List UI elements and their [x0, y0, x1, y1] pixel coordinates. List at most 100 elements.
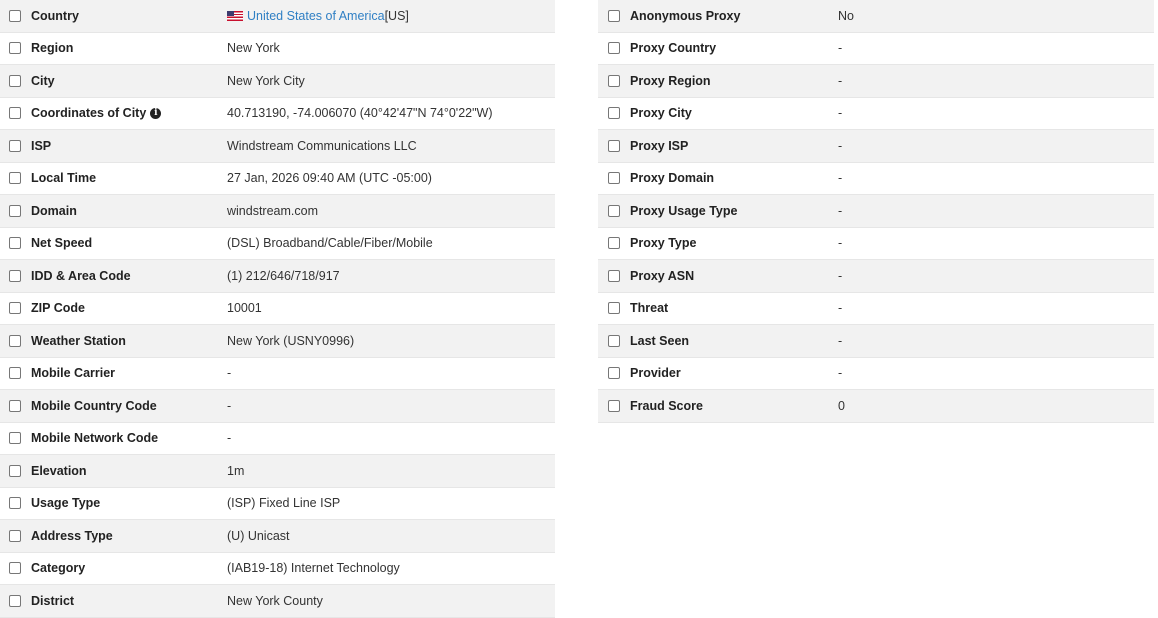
checkbox-country[interactable] [9, 9, 21, 22]
checkbox-proxy-usage-type[interactable] [608, 204, 620, 217]
proxy-table: Anonymous Proxy No Proxy Country - Proxy Reg… [598, 0, 1154, 423]
checkbox-isp[interactable] [9, 139, 21, 152]
checkbox-mobile-network-code[interactable] [9, 432, 21, 445]
field-label-cell: Proxy ASN [598, 269, 838, 283]
country-link[interactable]: United States of America [247, 9, 385, 23]
field-label-cell: Provider [598, 366, 838, 380]
field-label-cell: District [0, 594, 227, 608]
field-label: Proxy Region [630, 73, 711, 88]
field-value-cell: (IAB19-18) Internet Technology [227, 561, 400, 575]
checkbox-zip-code[interactable] [9, 302, 21, 315]
field-value: 0 [838, 398, 845, 413]
field-label: Proxy City [630, 106, 692, 121]
checkbox-threat[interactable] [608, 302, 620, 315]
field-label-cell: Fraud Score [598, 399, 838, 413]
checkbox-net-speed[interactable] [9, 237, 21, 250]
table-row-proxy-country: Proxy Country - [598, 33, 1154, 65]
checkbox-coordinates[interactable] [9, 107, 21, 120]
field-value-cell: 10001 [227, 301, 262, 315]
table-row-anonymous-proxy: Anonymous Proxy No [598, 0, 1154, 33]
field-value-cell: - [838, 171, 842, 185]
field-value-cell: - [838, 236, 842, 250]
info-icon[interactable]: i [150, 107, 162, 119]
field-label: Category [31, 561, 86, 576]
checkbox-proxy-type[interactable] [608, 237, 620, 250]
table-row-city: City New York City [0, 65, 555, 98]
checkbox-last-seen[interactable] [608, 334, 620, 347]
table-row-region: Region New York [0, 33, 555, 65]
field-value-cell: (U) Unicast [227, 529, 290, 543]
checkbox-proxy-isp[interactable] [608, 139, 620, 152]
field-label-cell: Address Type [0, 529, 227, 543]
table-row-address-type: Address Type (U) Unicast [0, 520, 555, 553]
checkbox-mobile-country-code[interactable] [9, 399, 21, 412]
checkbox-idd-area-code[interactable] [9, 269, 21, 282]
table-row-proxy-asn: Proxy ASN - [598, 260, 1154, 293]
table-row-mobile-carrier: Mobile Carrier - [0, 358, 555, 390]
field-value-cell: 40.713190, -74.006070 (40°42'47"N 74°0'2… [227, 106, 493, 120]
checkbox-proxy-region[interactable] [608, 74, 620, 87]
checkbox-city[interactable] [9, 74, 21, 87]
checkbox-elevation[interactable] [9, 464, 21, 477]
field-value-cell: windstream.com [227, 204, 318, 218]
field-label-cell: Region [0, 41, 227, 55]
field-value: (U) Unicast [227, 528, 290, 543]
field-value: - [838, 106, 843, 121]
table-row-proxy-city: Proxy City - [598, 98, 1154, 130]
field-label-cell: ISP [0, 139, 227, 153]
field-value: (1) 212/646/718/917 [227, 268, 340, 283]
field-label-cell: Mobile Carrier [0, 366, 227, 380]
field-label: Address Type [31, 528, 113, 543]
field-value-cell: - [838, 204, 842, 218]
field-value: - [838, 301, 843, 316]
checkbox-region[interactable] [9, 42, 21, 55]
field-label: Provider [630, 366, 681, 381]
field-value-cell: United States of America [US] [227, 9, 409, 23]
field-label-cell: Elevation [0, 464, 227, 478]
checkbox-category[interactable] [9, 562, 21, 575]
field-label-cell: Coordinates of City i [0, 106, 227, 120]
checkbox-address-type[interactable] [9, 529, 21, 542]
field-label: Proxy Country [630, 41, 717, 56]
field-label: IDD & Area Code [31, 268, 131, 283]
checkbox-domain[interactable] [9, 204, 21, 217]
checkbox-proxy-country[interactable] [608, 42, 620, 55]
field-value-cell: - [838, 269, 842, 283]
checkbox-local-time[interactable] [9, 172, 21, 185]
field-label-cell: Proxy Region [598, 74, 838, 88]
checkbox-district[interactable] [9, 594, 21, 607]
checkbox-proxy-city[interactable] [608, 107, 620, 120]
checkbox-usage-type[interactable] [9, 497, 21, 510]
field-value: 27 Jan, 2026 09:40 AM (UTC -05:00) [227, 171, 432, 186]
checkbox-mobile-carrier[interactable] [9, 367, 21, 380]
field-value-cell: No [838, 9, 854, 23]
field-value: No [838, 8, 854, 23]
field-value: (IAB19-18) Internet Technology [227, 561, 400, 576]
checkbox-proxy-domain[interactable] [608, 172, 620, 185]
checkbox-provider[interactable] [608, 367, 620, 380]
table-row-category: Category (IAB19-18) Internet Technology [0, 553, 555, 585]
country-code: [US] [384, 8, 409, 23]
checkbox-weather-station[interactable] [9, 334, 21, 347]
table-row-elevation: Elevation 1m [0, 455, 555, 488]
field-value: - [838, 138, 843, 153]
checkbox-fraud-score[interactable] [608, 399, 620, 412]
checkbox-anonymous-proxy[interactable] [608, 9, 620, 22]
field-value-cell: 0 [838, 399, 845, 413]
field-label: Fraud Score [630, 398, 703, 413]
field-value: New York [227, 41, 280, 56]
checkbox-proxy-asn[interactable] [608, 269, 620, 282]
field-label: Country [31, 8, 79, 23]
table-row-weather-station: Weather Station New York (USNY0996) [0, 325, 555, 358]
field-label-cell: Mobile Country Code [0, 399, 227, 413]
field-value-cell: 27 Jan, 2026 09:40 AM (UTC -05:00) [227, 171, 432, 185]
field-label: Mobile Network Code [31, 431, 159, 446]
field-label: Last Seen [630, 333, 690, 348]
table-row-domain: Domain windstream.com [0, 195, 555, 228]
table-row-country: Country United States of America [US] [0, 0, 555, 33]
field-value: (DSL) Broadband/Cable/Fiber/Mobile [227, 236, 433, 251]
field-label-cell: Usage Type [0, 496, 227, 510]
table-row-proxy-domain: Proxy Domain - [598, 163, 1154, 195]
field-value: - [838, 41, 843, 56]
table-row-local-time: Local Time 27 Jan, 2026 09:40 AM (UTC -05… [0, 163, 555, 195]
